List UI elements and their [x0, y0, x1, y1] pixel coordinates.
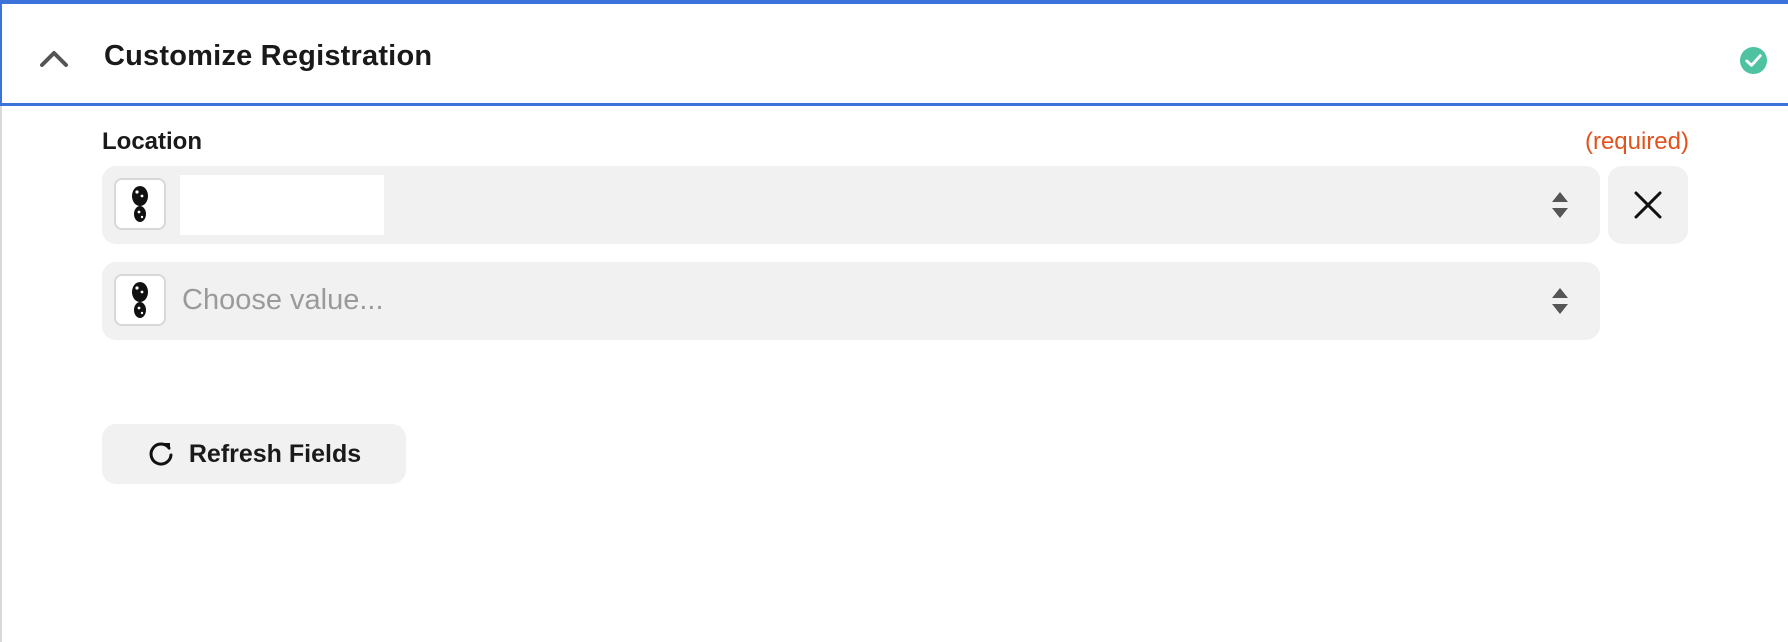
- choose-value-placeholder: Choose value...: [182, 284, 384, 316]
- location-value[interactable]: [180, 175, 384, 235]
- refresh-fields-label: Refresh Fields: [188, 439, 362, 468]
- app-icon: [114, 178, 166, 230]
- chevron-up-icon: [40, 51, 68, 67]
- choose-value-select[interactable]: Choose value...: [102, 262, 1600, 340]
- refresh-fields-button[interactable]: Refresh Fields: [102, 424, 406, 484]
- up-down-stepper-icon: [1552, 192, 1568, 218]
- section-title: Customize Registration: [104, 40, 433, 72]
- check-circle-icon: [1739, 46, 1768, 75]
- required-indicator: (required): [1584, 128, 1689, 155]
- section-header[interactable]: Customize Registration: [0, 0, 1788, 106]
- clear-location-button[interactable]: [1608, 166, 1688, 244]
- location-label: Location: [102, 128, 202, 155]
- location-select[interactable]: [102, 166, 1600, 244]
- refresh-icon: [149, 442, 173, 466]
- collapse-button[interactable]: [30, 38, 78, 78]
- footprint-icon: [132, 282, 148, 318]
- close-icon: [1634, 191, 1662, 219]
- app-icon: [114, 274, 166, 326]
- footprint-icon: [132, 186, 148, 222]
- up-down-stepper-icon: [1552, 288, 1568, 314]
